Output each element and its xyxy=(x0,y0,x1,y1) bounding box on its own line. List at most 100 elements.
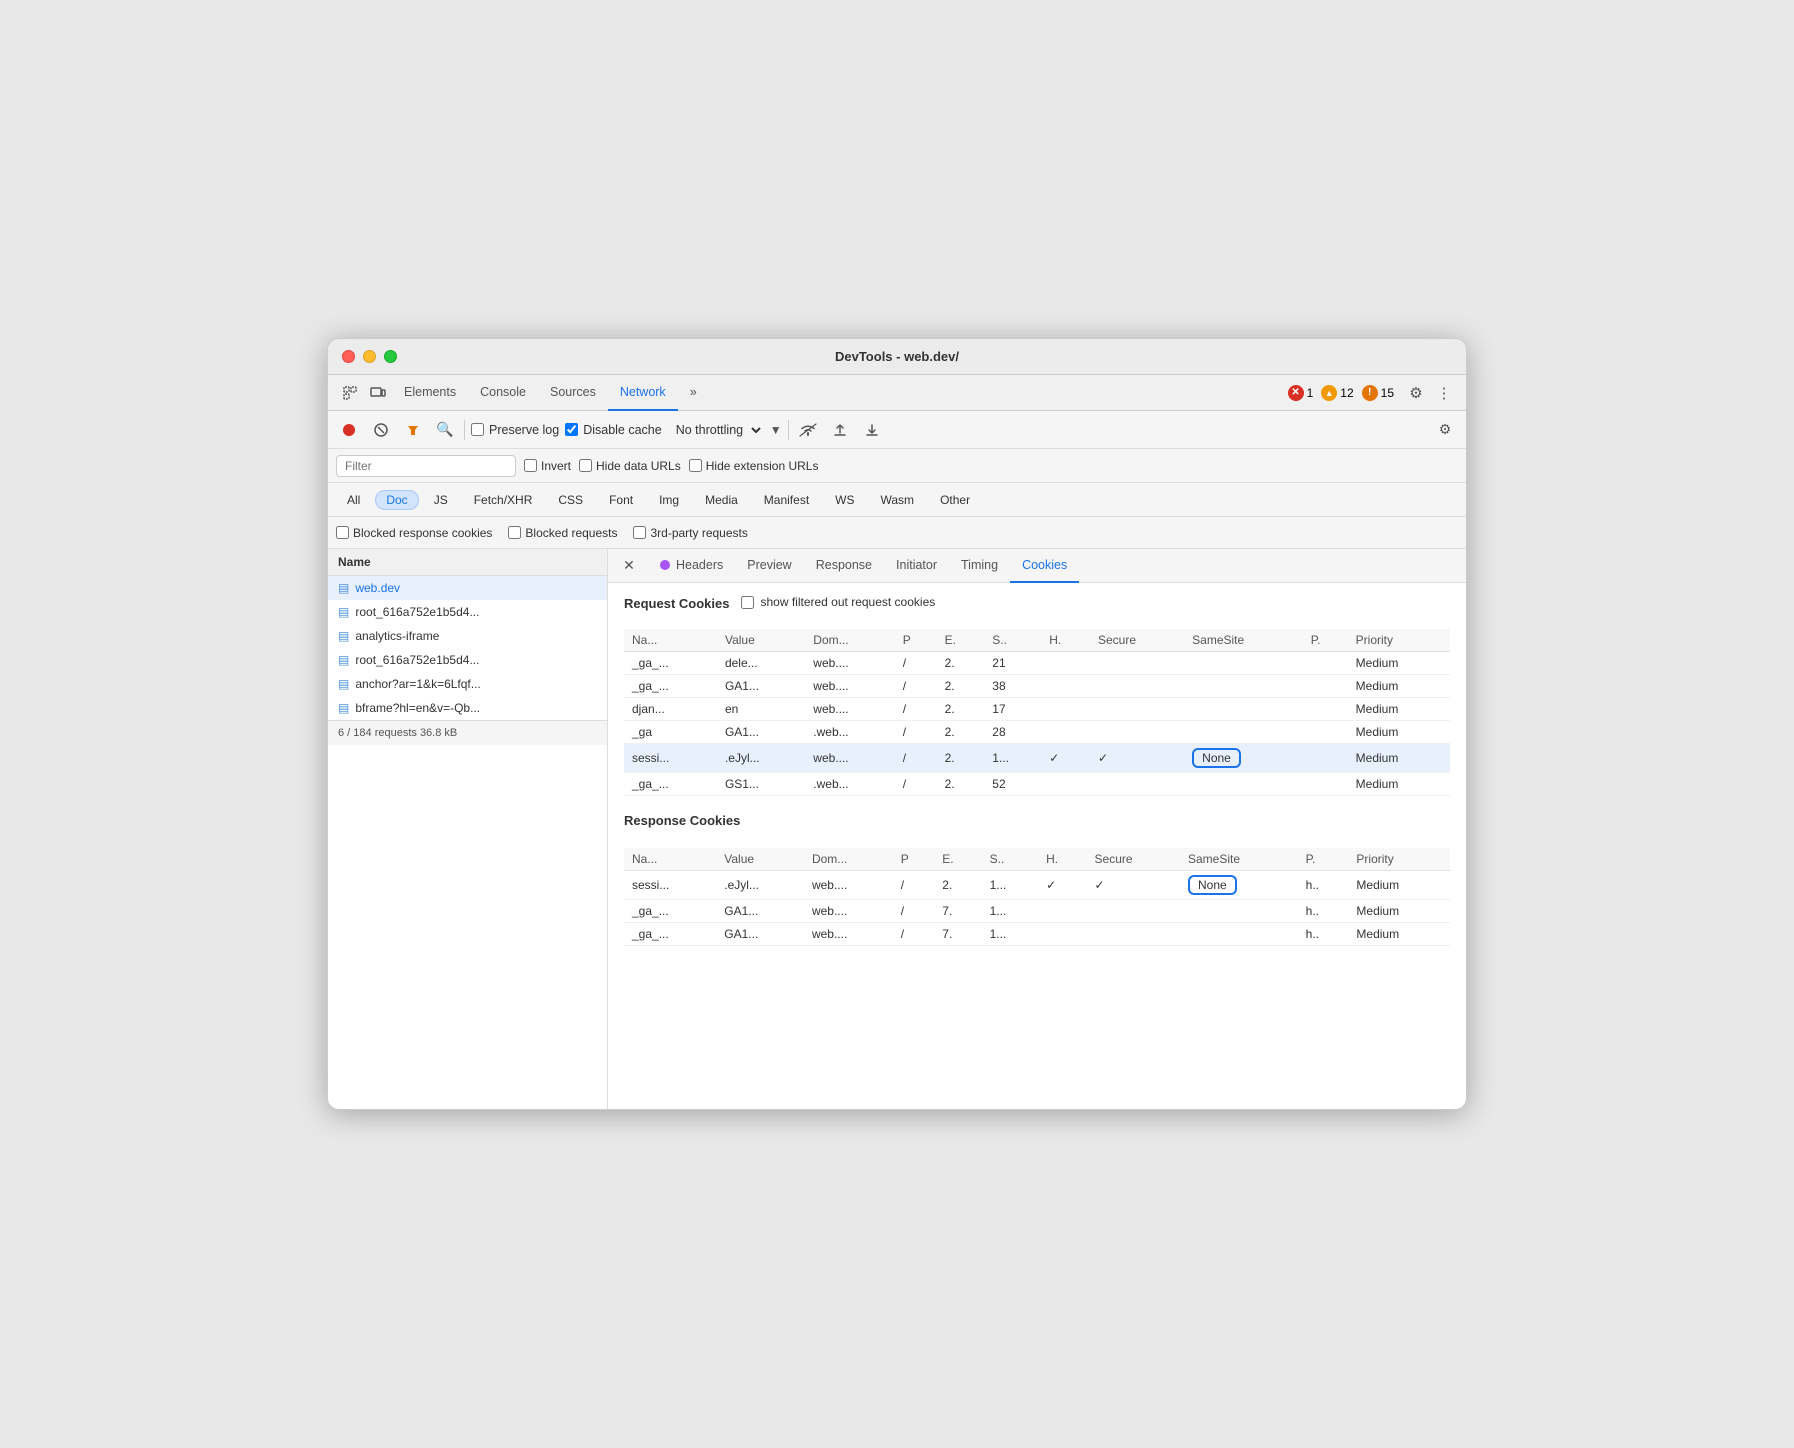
hide-data-urls-checkbox[interactable]: Hide data URLs xyxy=(579,459,681,473)
warning-icon: ▲ xyxy=(1321,385,1337,401)
table-row[interactable]: _ga_...GA1...web..../2.38Medium xyxy=(624,675,1450,698)
type-filter-all[interactable]: All xyxy=(336,490,371,510)
tab-console[interactable]: Console xyxy=(468,375,538,411)
sidebar-header: Name xyxy=(328,549,607,576)
table-row[interactable]: sessi....eJyl...web..../2.1...✓✓Noneh..M… xyxy=(624,871,1450,900)
tab-initiator[interactable]: Initiator xyxy=(884,549,949,583)
table-cell: _ga_... xyxy=(624,652,717,675)
table-cell xyxy=(1184,721,1303,744)
download-icon[interactable] xyxy=(859,417,885,443)
maximize-button[interactable] xyxy=(384,350,397,363)
table-cell xyxy=(1303,652,1348,675)
type-filter-css[interactable]: CSS xyxy=(547,490,594,510)
clear-button[interactable] xyxy=(368,417,394,443)
sidebar-item-label: web.dev xyxy=(355,581,400,595)
table-cell xyxy=(1090,652,1184,675)
table-cell: 1... xyxy=(984,744,1041,773)
close-panel-button[interactable]: ✕ xyxy=(616,553,642,579)
tab-more[interactable]: » xyxy=(678,375,709,411)
table-cell: GA1... xyxy=(717,721,805,744)
sidebar-item[interactable]: ▤ analytics-iframe xyxy=(328,624,607,648)
type-filter-manifest[interactable]: Manifest xyxy=(753,490,820,510)
table-row[interactable]: _gaGA1....web.../2.28Medium xyxy=(624,721,1450,744)
sidebar-item[interactable]: ▤ root_616a752e1b5d4... xyxy=(328,648,607,672)
table-cell: 7. xyxy=(934,900,981,923)
type-filter-other[interactable]: Other xyxy=(929,490,981,510)
blocked-requests-checkbox[interactable]: Blocked requests xyxy=(508,526,617,540)
blocked-response-cookies-checkbox[interactable]: Blocked response cookies xyxy=(336,526,492,540)
sidebar-item[interactable]: ▤ anchor?ar=1&k=6Lfqf... xyxy=(328,672,607,696)
warning-badge[interactable]: ▲ 12 xyxy=(1321,385,1353,401)
tab-preview[interactable]: Preview xyxy=(735,549,803,583)
blocked-row: Blocked response cookies Blocked request… xyxy=(328,517,1466,549)
table-row[interactable]: _ga_...dele...web..../2.21Medium xyxy=(624,652,1450,675)
hide-extension-urls-checkbox[interactable]: Hide extension URLs xyxy=(689,459,819,473)
table-cell xyxy=(1184,652,1303,675)
tab-headers[interactable]: Headers xyxy=(648,549,735,583)
table-cell xyxy=(1041,721,1090,744)
search-button[interactable]: 🔍 xyxy=(432,417,458,443)
col-header: Secure xyxy=(1090,629,1184,652)
col-header: Secure xyxy=(1087,848,1180,871)
headers-dot xyxy=(660,560,670,570)
table-cell: 2. xyxy=(937,652,985,675)
filter-icon[interactable] xyxy=(400,417,426,443)
col-header: P. xyxy=(1303,629,1348,652)
filter-input[interactable] xyxy=(336,455,516,477)
type-filter-js[interactable]: JS xyxy=(423,490,459,510)
third-party-requests-checkbox[interactable]: 3rd-party requests xyxy=(633,526,747,540)
table-row[interactable]: sessi....eJyl...web..../2.1...✓✓NoneMedi… xyxy=(624,744,1450,773)
device-toolbar-icon[interactable] xyxy=(364,379,392,407)
table-cell: / xyxy=(893,923,935,946)
tab-sources[interactable]: Sources xyxy=(538,375,608,411)
close-button[interactable] xyxy=(342,350,355,363)
tab-timing[interactable]: Timing xyxy=(949,549,1010,583)
table-cell xyxy=(1038,923,1086,946)
sidebar-item[interactable]: ▤ web.dev xyxy=(328,576,607,600)
tab-elements[interactable]: Elements xyxy=(392,375,468,411)
tab-response[interactable]: Response xyxy=(804,549,884,583)
invert-checkbox[interactable]: Invert xyxy=(524,459,571,473)
minimize-button[interactable] xyxy=(363,350,376,363)
type-filter-fetch/xhr[interactable]: Fetch/XHR xyxy=(463,490,544,510)
settings-icon[interactable]: ⚙ xyxy=(1402,379,1430,407)
divider-2 xyxy=(788,420,789,440)
col-header: SameSite xyxy=(1184,629,1303,652)
type-filter-img[interactable]: Img xyxy=(648,490,690,510)
table-row[interactable]: djan...enweb..../2.17Medium xyxy=(624,698,1450,721)
table-cell: _ga_... xyxy=(624,923,716,946)
preserve-log-checkbox[interactable]: Preserve log xyxy=(471,423,559,437)
error-badge[interactable]: ✕ 1 xyxy=(1288,385,1314,401)
col-header: Dom... xyxy=(805,629,895,652)
network-settings-icon[interactable]: ⚙ xyxy=(1432,417,1458,443)
wifi-icon[interactable] xyxy=(795,417,821,443)
tab-cookies[interactable]: Cookies xyxy=(1010,549,1079,583)
upload-icon[interactable] xyxy=(827,417,853,443)
more-options-icon[interactable]: ⋮ xyxy=(1430,379,1458,407)
show-filtered-checkbox[interactable] xyxy=(741,596,754,609)
type-filter-font[interactable]: Font xyxy=(598,490,644,510)
info-badge[interactable]: ! 15 xyxy=(1362,385,1394,401)
table-row[interactable]: _ga_...GS1....web.../2.52Medium xyxy=(624,773,1450,796)
cursor-icon[interactable] xyxy=(336,379,364,407)
table-cell: 2. xyxy=(934,871,981,900)
table-row[interactable]: _ga_...GA1...web..../7.1...h..Medium xyxy=(624,900,1450,923)
table-cell: Medium xyxy=(1348,871,1450,900)
table-cell: / xyxy=(895,675,937,698)
doc-icon: ▤ xyxy=(338,653,349,667)
table-cell: web.... xyxy=(804,900,893,923)
record-stop-button[interactable] xyxy=(336,417,362,443)
table-cell: en xyxy=(717,698,805,721)
table-cell: / xyxy=(895,721,937,744)
type-filter-ws[interactable]: WS xyxy=(824,490,865,510)
throttle-select[interactable]: No throttling xyxy=(668,420,764,440)
doc-icon: ▤ xyxy=(338,701,349,715)
table-row[interactable]: _ga_...GA1...web..../7.1...h..Medium xyxy=(624,923,1450,946)
type-filter-media[interactable]: Media xyxy=(694,490,749,510)
sidebar-item[interactable]: ▤ root_616a752e1b5d4... xyxy=(328,600,607,624)
sidebar-item[interactable]: ▤ bframe?hl=en&v=-Qb... xyxy=(328,696,607,720)
tab-network[interactable]: Network xyxy=(608,375,678,411)
type-filter-doc[interactable]: Doc xyxy=(375,490,418,510)
type-filter-wasm[interactable]: Wasm xyxy=(870,490,926,510)
disable-cache-checkbox[interactable]: Disable cache xyxy=(565,423,662,437)
